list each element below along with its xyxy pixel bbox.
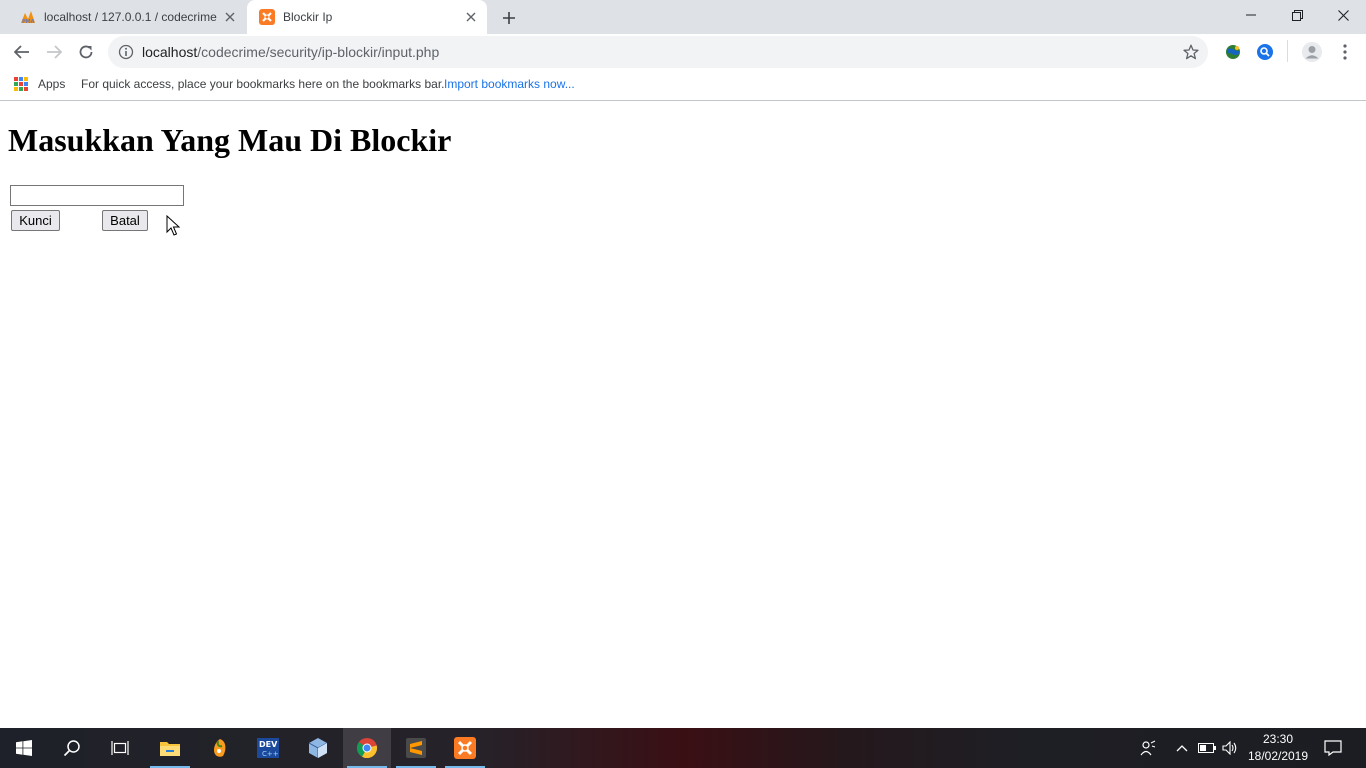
block-target-input[interactable] [10,185,184,206]
people-icon[interactable] [1136,728,1160,768]
apps-bookmark[interactable]: Apps [38,77,65,91]
address-bar[interactable]: localhost/codecrime/security/ip-blockir/… [108,36,1208,68]
url-text: localhost/codecrime/security/ip-blockir/… [142,44,439,60]
toolbar-divider [1287,40,1288,62]
url-path: /codecrime/security/ip-blockir/input.php [197,44,440,60]
file-explorer-icon[interactable] [146,728,194,768]
chevron-up-icon[interactable] [1172,728,1192,768]
tab-title: Blockir Ip [283,10,333,24]
bookmarks-hint: For quick access, place your bookmarks h… [81,77,445,91]
close-tab-icon[interactable] [463,9,479,25]
page-content: Masukkan Yang Mau Di Blockir Kunci Batal [0,102,1366,728]
clock-time: 23:30 [1262,732,1294,746]
close-window-button[interactable] [1320,0,1366,30]
sublime-text-icon[interactable] [392,728,440,768]
volume-icon[interactable] [1220,728,1240,768]
chrome-icon[interactable] [343,728,391,768]
svg-text:PMA: PMA [22,19,35,24]
tab-blockir-ip[interactable]: Blockir Ip [247,0,487,34]
search-icon[interactable] [48,728,96,768]
notifications-icon[interactable] [1318,728,1348,768]
phpmyadmin-icon: PMA [20,9,36,25]
page-heading: Masukkan Yang Mau Di Blockir [8,122,452,158]
kunci-button[interactable]: Kunci [11,210,60,231]
url-host: localhost [142,44,198,60]
extension-search-icon[interactable] [1256,43,1274,61]
task-view-icon[interactable] [96,728,144,768]
minimize-button[interactable] [1228,0,1274,30]
virtualbox-icon[interactable] [294,728,342,768]
extension-globe-icon[interactable] [1224,43,1242,61]
apps-grid-icon[interactable] [14,77,28,91]
xampp-taskbar-icon[interactable] [441,728,489,768]
info-icon[interactable] [118,44,134,60]
svg-text:C++: C++ [262,750,279,758]
taskbar: DEV C++ 23:30 18/02/2019 [0,728,1366,768]
tab-phpmyadmin[interactable]: PMA localhost / 127.0.0.1 / codecrime [8,0,246,34]
close-tab-icon[interactable] [222,9,238,25]
battery-icon[interactable] [1196,728,1218,768]
batal-button[interactable]: Batal [102,210,148,231]
bookmark-star-icon[interactable] [1182,43,1200,61]
bookmarks-bar: Apps For quick access, place your bookma… [0,70,1366,101]
svg-text:DEV: DEV [259,740,278,749]
xampp-icon [259,9,275,25]
profile-avatar-icon[interactable] [1301,41,1323,63]
back-button[interactable] [8,38,36,66]
tab-title: localhost / 127.0.0.1 / codecrime [44,10,217,24]
restore-button[interactable] [1274,0,1320,30]
menu-kebab-icon[interactable] [1336,43,1354,61]
tab-strip: PMA localhost / 127.0.0.1 / codecrime Bl… [0,0,1366,34]
forward-button[interactable] [40,38,68,66]
clock[interactable]: 23:30 18/02/2019 [1240,728,1316,768]
browser-toolbar: localhost/codecrime/security/ip-blockir/… [0,34,1366,70]
fl-studio-icon[interactable] [196,728,244,768]
reload-button[interactable] [72,38,100,66]
dev-cpp-icon[interactable]: DEV C++ [244,728,292,768]
new-tab-button[interactable] [499,8,519,28]
import-bookmarks-link[interactable]: Import bookmarks now... [444,77,575,91]
mouse-cursor-icon [166,215,180,236]
clock-date: 18/02/2019 [1247,749,1309,763]
start-icon[interactable] [0,728,48,768]
